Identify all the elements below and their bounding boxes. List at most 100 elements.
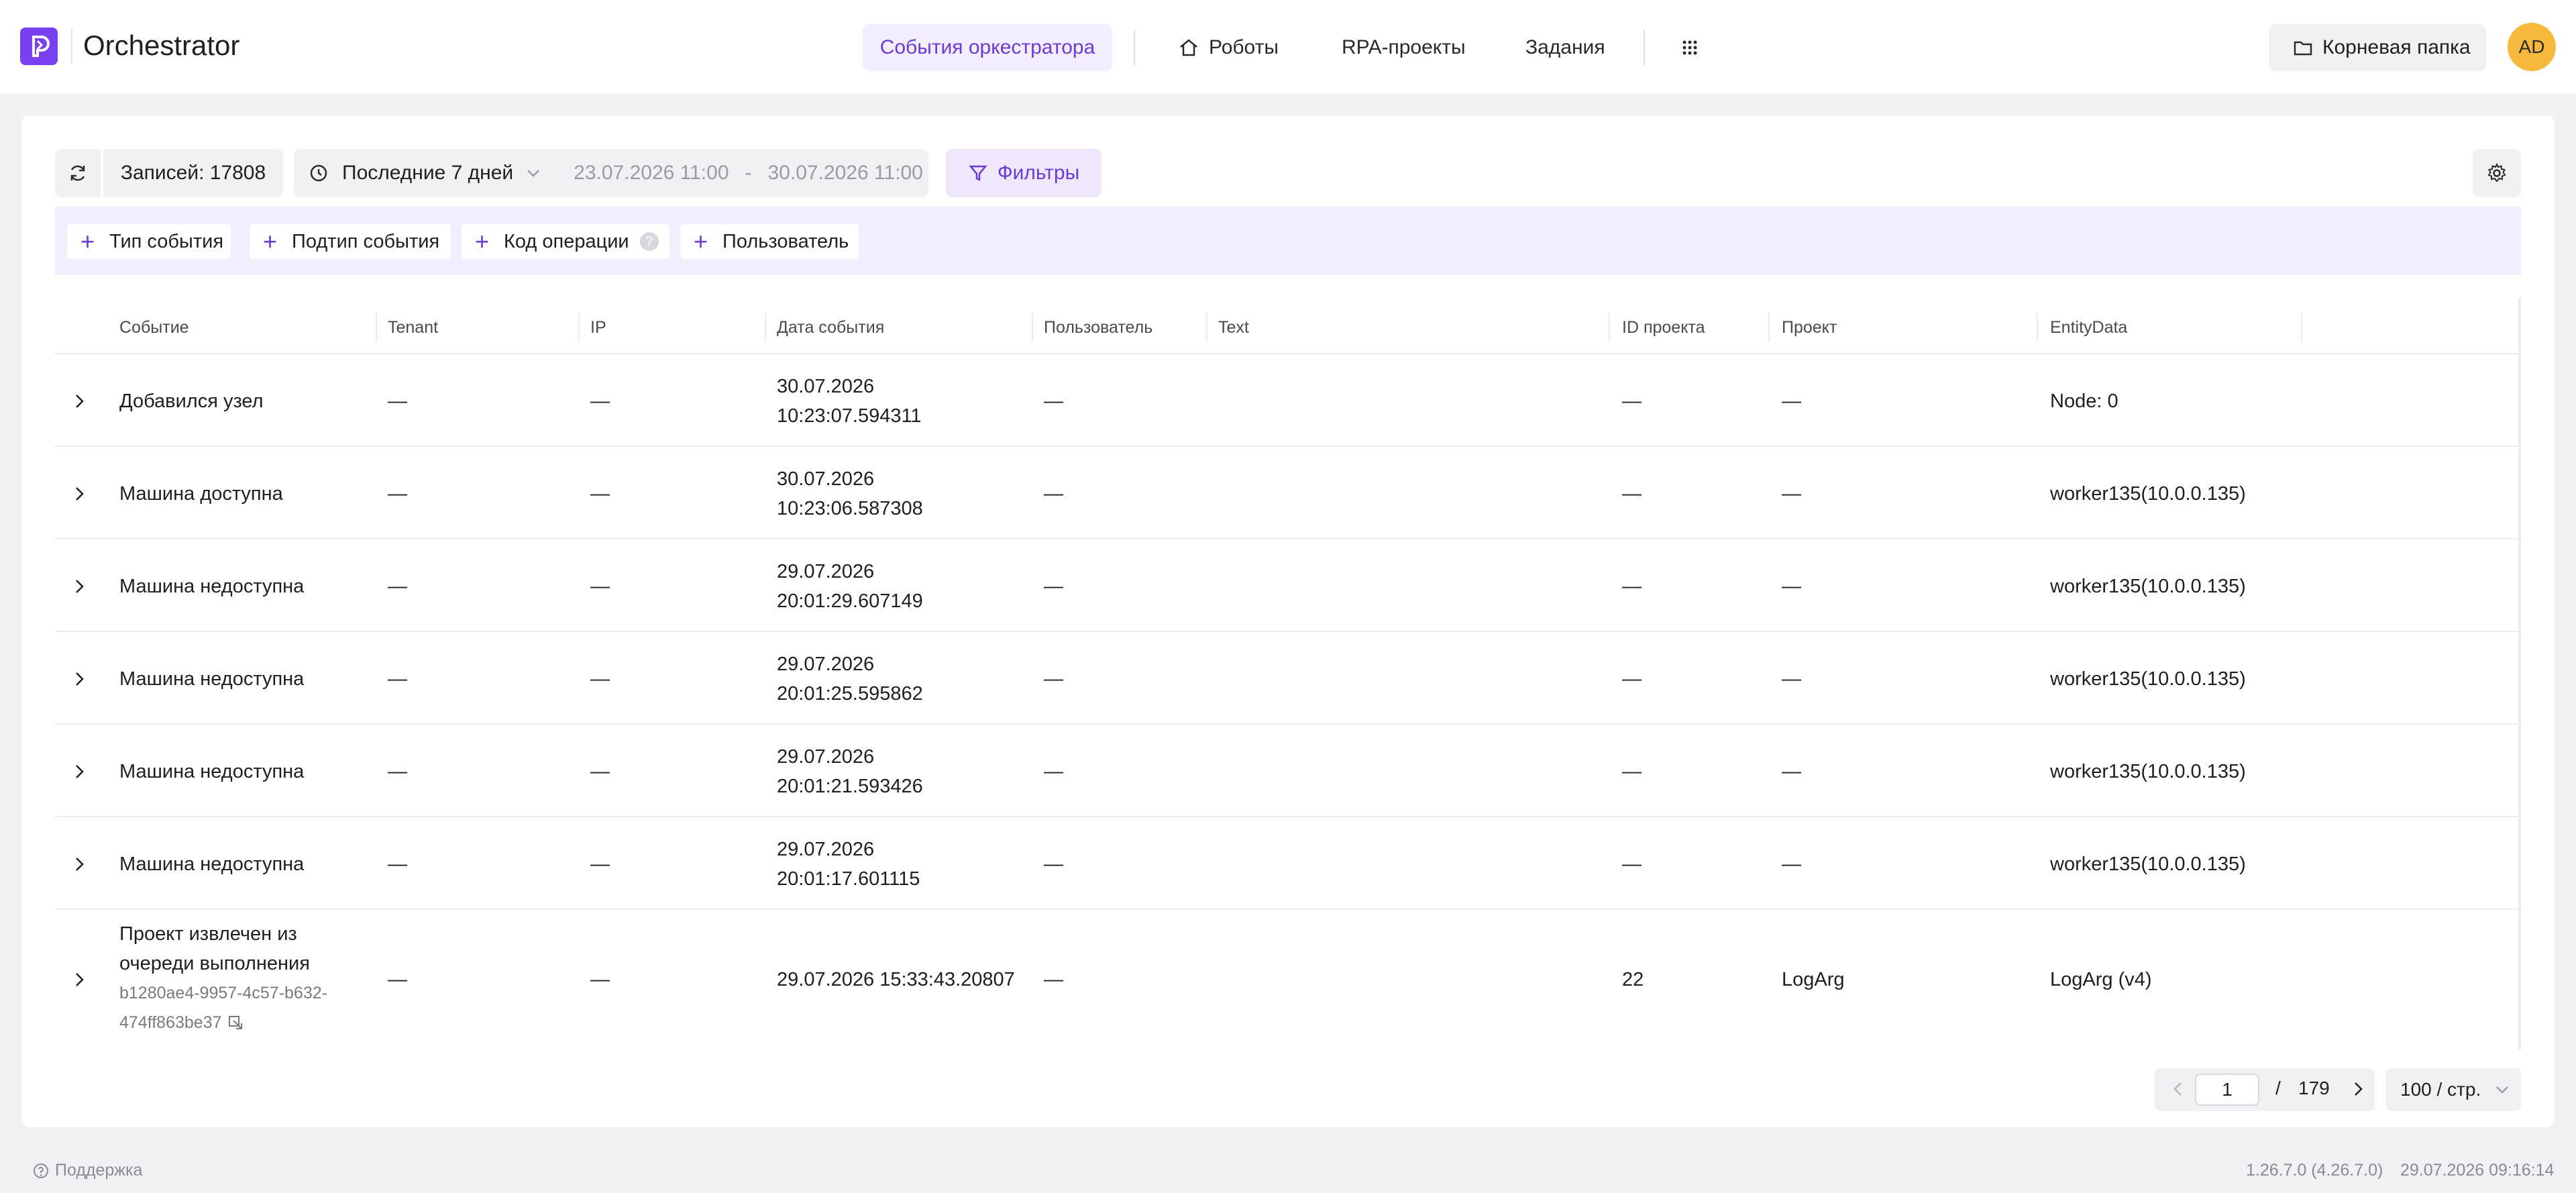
apps-grid-icon[interactable] [1681,24,1699,71]
user-cell: — [1044,483,1063,505]
chevron-right-icon[interactable] [70,762,89,781]
project-cell: LogArg [1782,969,1845,990]
date-cell-day: 30.07.2026 [777,468,875,490]
date-from[interactable]: 23.07.2026 11:00 [574,162,729,185]
column-header-entity-data[interactable]: EntityData [2050,318,2127,338]
chevron-right-icon[interactable] [70,670,89,688]
column-header-tenant[interactable]: Tenant [388,318,438,338]
table-row[interactable]: Машина недоступна — — 29.07.2026 20:01:2… [55,541,2521,632]
event-name-line1: Проект извлечен из [119,923,297,945]
top-header: Orchestrator События оркестратора Роботы… [0,0,2576,94]
table-row[interactable]: Машина недоступна — — 29.07.2026 20:01:2… [55,726,2521,817]
chevron-right-icon[interactable] [70,970,89,989]
column-resizer[interactable] [2037,313,2038,342]
events-panel: Записей: 17808 Последние 7 дней 23.07.20… [21,115,2555,1127]
column-header-ip[interactable]: IP [590,318,606,338]
nav-robots[interactable]: Роботы [1178,24,1279,71]
project-id-cell: — [1622,483,1642,505]
table-settings-button[interactable] [2473,149,2521,197]
user-cell: — [1044,668,1063,690]
column-header-user[interactable]: Пользователь [1044,318,1152,338]
plus-icon: + [263,227,278,255]
table-row[interactable]: Машина недоступна — — 29.07.2026 20:01:1… [55,819,2521,910]
support-label: Поддержка [55,1161,143,1180]
nav-tasks[interactable]: Задания [1525,24,1605,71]
column-resizer[interactable] [578,313,580,342]
event-name: Машина недоступна [119,853,305,875]
chevron-right-icon[interactable] [70,484,89,503]
event-name: Добавился узел [119,391,264,412]
entity-data-cell: worker135(10.0.0.135) [2050,761,2246,782]
plus-icon: + [694,227,708,255]
column-resizer[interactable] [1032,313,1033,342]
column-resizer[interactable] [1768,313,1770,342]
table-scrollbar[interactable] [2518,298,2521,1049]
column-resizer[interactable] [1206,313,1208,342]
date-cell-day: 29.07.2026 [777,839,875,860]
help-circle-icon [34,1163,48,1178]
date-cell-time: 20:01:25.595862 [777,683,923,705]
tenant-cell: — [388,391,407,412]
avatar[interactable]: AD [2508,23,2556,71]
page-size-select[interactable]: 100 / стр. [2385,1068,2521,1111]
chevron-right-icon[interactable] [2349,1080,2367,1098]
home-icon [1180,39,1197,56]
filter-chip-event-type[interactable]: + Тип события [67,224,231,259]
folder-icon [2294,41,2312,56]
page-number-input[interactable]: 1 [2195,1074,2259,1106]
entity-data-cell: worker135(10.0.0.135) [2050,668,2246,690]
date-cell-time: 20:01:17.601115 [777,868,920,890]
table-row[interactable]: Проект извлечен из очереди выполнения b1… [55,911,2521,1049]
chevron-right-icon[interactable] [70,392,89,411]
quick-filter-bar: + Тип события + Подтип события + Код опе… [55,207,2521,275]
date-cell-day: 29.07.2026 [777,561,875,582]
column-resizer[interactable] [376,313,377,342]
filter-chip-event-subtype[interactable]: + Подтип события [250,224,451,259]
period-selector[interactable]: Последние 7 дней 23.07.2026 11:00 - 30.0… [294,149,928,197]
ip-cell: — [590,668,610,690]
filters-button[interactable]: Фильтры [946,149,1102,197]
user-cell: — [1044,391,1063,412]
column-header-project-id[interactable]: ID проекта [1622,318,1705,338]
project-cell: — [1782,483,1801,505]
chevron-right-icon[interactable] [70,577,89,596]
event-name-line2: очереди выполнения [119,953,310,974]
project-cell: — [1782,391,1801,412]
filters-label: Фильтры [997,162,1080,184]
refresh-button[interactable] [55,149,102,197]
support-link[interactable]: Поддержка [32,1161,142,1180]
footer: Поддержка 1.26.7.0 (4.26.7.0) 29.07.2026… [0,1149,2576,1193]
column-resizer[interactable] [765,313,766,342]
records-count: Записей: 17808 [103,149,283,197]
date-to[interactable]: 30.07.2026 11:00 [768,162,923,185]
filter-chip-label: Подтип события [292,230,440,252]
entity-data-cell: worker135(10.0.0.135) [2050,483,2246,505]
help-icon[interactable]: ? [639,232,659,251]
root-folder-button[interactable]: Корневая папка [2269,24,2486,71]
column-header-date[interactable]: Дата события [777,318,884,338]
column-header-event[interactable]: Событие [119,318,189,338]
nav-rpa-projects[interactable]: RPA-проекты [1342,24,1466,71]
chevron-right-icon[interactable] [70,855,89,874]
date-cell-day: 29.07.2026 [777,746,875,768]
column-resizer[interactable] [2301,313,2302,342]
filter-chip-user[interactable]: + Пользователь [680,224,859,259]
column-resizer[interactable] [1609,313,1610,342]
app-version: 1.26.7.0 (4.26.7.0) [2246,1161,2383,1180]
logo-divider [71,28,72,64]
copy-icon[interactable] [227,1014,244,1031]
nav-orchestrator-events[interactable]: События оркестратора [863,24,1112,71]
date-cell-time: 20:01:21.593426 [777,776,923,797]
filter-chip-operation-code[interactable]: + Код операции ? [462,224,669,259]
table-row[interactable]: Машина недоступна — — 29.07.2026 20:01:2… [55,633,2521,725]
project-id-cell: — [1622,668,1642,690]
column-header-project[interactable]: Проект [1782,318,1837,338]
ip-cell: — [590,853,610,875]
chevron-left-icon[interactable] [2169,1080,2187,1098]
table-row[interactable]: Добавился узел — — 30.07.2026 10:23:07.5… [55,356,2521,447]
refresh-icon [70,165,85,181]
date-cell-time: 20:01:29.607149 [777,590,923,612]
orchestrator-logo-icon[interactable] [20,28,58,65]
column-header-text[interactable]: Text [1218,318,1249,338]
table-row[interactable]: Машина доступна — — 30.07.2026 10:23:06.… [55,448,2521,539]
